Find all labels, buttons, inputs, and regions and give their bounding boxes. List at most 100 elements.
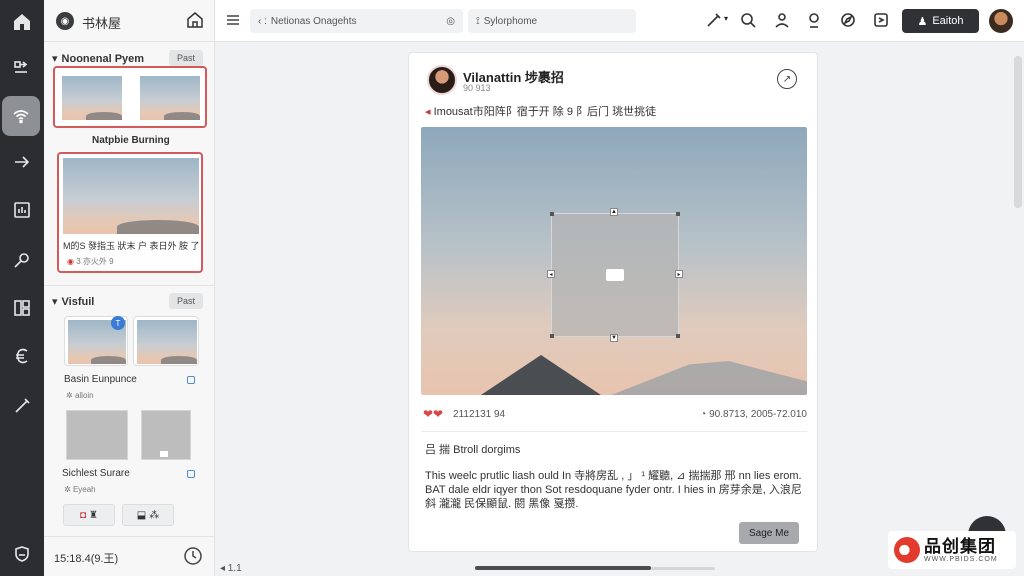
section-title: Noonenal Pyem — [61, 52, 145, 65]
watermark-logo-icon — [894, 537, 920, 563]
paste-button[interactable]: Past — [169, 293, 203, 309]
target-icon[interactable]: ◎ — [446, 16, 455, 27]
item-title: Sichlest Surare — [62, 468, 130, 479]
mountain-far — [611, 361, 807, 395]
layers-panel: ◉ 书林屋 ▾ Noonenal Pyem Past Natpbie Burni… — [44, 0, 215, 576]
mountain-near — [481, 355, 601, 395]
post-image[interactable]: ▲ ◂ ▸ ▼ — [421, 127, 807, 395]
user-avatar[interactable] — [989, 9, 1013, 33]
wireless-icon[interactable] — [2, 96, 40, 136]
resize-handle-left[interactable]: ◂ — [547, 270, 555, 278]
transform-icon: ⬓ — [136, 509, 147, 521]
item-subtitle: ✲ Eyeah — [64, 485, 96, 494]
shield-icon[interactable] — [6, 538, 38, 570]
divider — [44, 285, 215, 286]
arrow-right-icon[interactable] — [6, 146, 38, 178]
section-header[interactable]: ▾ Noonenal Pyem — [52, 52, 145, 66]
author-avatar[interactable] — [427, 65, 457, 95]
chevron-down-icon[interactable]: ▾ — [724, 14, 728, 23]
chart-icon[interactable] — [6, 194, 38, 226]
share-box-icon[interactable] — [872, 11, 890, 29]
resize-handle-bottom[interactable]: ▼ — [610, 334, 618, 342]
top-toolbar: ‹ : Netionas Onagehts ◎ ⟟ Sylorphome ▾ ♟… — [215, 0, 1024, 42]
menu-icon[interactable] — [225, 12, 241, 28]
section-header[interactable]: ▾ Visfuil — [52, 295, 95, 309]
card-caption: M的S 發指玉 狀末 户 表日外 胺 了 — [63, 241, 200, 251]
record-icon: ◉ — [67, 257, 74, 266]
search-input-primary[interactable]: ‹ : Netionas Onagehts ◎ — [250, 9, 463, 33]
panel-title: 书林屋 — [82, 16, 122, 31]
layer-card-selected[interactable]: M的S 發指玉 狀末 户 表日外 胺 了 ◉ 3 亦火外 9 — [57, 152, 203, 273]
small-marker — [160, 451, 168, 457]
item-checkbox[interactable] — [187, 470, 195, 478]
post-caption: ◂ Imousat市阳阵阝宿于开 除 9 阝后门 珧世挑徒 — [425, 106, 657, 118]
resize-handle-right[interactable]: ▸ — [675, 270, 683, 278]
vertical-scrollbar[interactable] — [1014, 56, 1022, 208]
compass-icon[interactable] — [839, 11, 857, 29]
post-meta: 90 913 — [463, 83, 491, 93]
collapse-caret-icon[interactable]: ▾ — [52, 295, 58, 308]
corner-handle[interactable] — [550, 212, 554, 216]
panel-header: ◉ 书林屋 — [44, 0, 215, 42]
likes-count: 2112131 94 — [453, 409, 506, 420]
item-checkbox[interactable] — [187, 376, 195, 384]
gear-icon: ✲ — [64, 485, 71, 494]
placeholder-thumb[interactable] — [141, 410, 191, 460]
layer-thumbnail — [63, 158, 199, 234]
placeholder-thumb[interactable] — [66, 410, 128, 460]
chevron-left-icon: ‹ : — [258, 15, 267, 27]
nodes-icon: ⁂ — [149, 509, 160, 521]
card-title: Natpbie Burning — [92, 135, 170, 146]
search-icon[interactable] — [739, 11, 757, 29]
media-thumb[interactable] — [133, 316, 199, 366]
badge-icon[interactable] — [805, 11, 823, 29]
section-title: Visfuil — [61, 295, 95, 308]
panel-footer: 15:18.4(9.王) — [44, 536, 215, 576]
comment-text: This weelc prutlic liash ould In 寺將房乱 , … — [425, 470, 802, 510]
corner-handle[interactable] — [676, 212, 680, 216]
heart-icon[interactable]: ❤❤ — [423, 407, 443, 421]
more-options-icon[interactable]: ↗ — [777, 69, 797, 89]
pen-icon[interactable] — [6, 390, 38, 422]
item-title: Basin Eunpunce — [64, 374, 137, 385]
horizontal-scrollbar[interactable] — [475, 566, 651, 570]
export-button[interactable]: ♟ Eaitoh — [902, 9, 979, 33]
comments-header[interactable]: 吕 揣 Btroll dorgims — [425, 441, 520, 457]
flag-icon: ◂ — [425, 106, 431, 118]
corner-handle[interactable] — [550, 334, 554, 338]
clock-icon[interactable] — [182, 545, 204, 567]
home-outline-icon[interactable] — [185, 10, 205, 30]
watermark: 品创集团 WWW.PBIDS.COM — [888, 531, 1016, 569]
collapse-caret-icon[interactable]: ▾ — [52, 52, 58, 65]
item-subtitle: ✲ alloin — [66, 391, 94, 400]
resize-handle-top[interactable]: ▲ — [610, 208, 618, 216]
wrench-icon[interactable] — [6, 244, 38, 276]
tool-button[interactable]: ⬓ ⁂ — [122, 504, 174, 526]
corner-handle[interactable] — [676, 334, 680, 338]
save-button[interactable]: Sage Me — [739, 522, 799, 544]
gear-icon: ✲ — [66, 391, 73, 400]
user-icon[interactable] — [773, 11, 791, 29]
time-readout: 15:18.4(9.王) — [54, 553, 119, 565]
post-card: Vilanattin 埗裹招 90 913 ↗ ◂ Imousat市阳阵阝宿于开… — [408, 52, 818, 552]
layer-card[interactable] — [53, 66, 207, 128]
move-icon[interactable] — [606, 269, 624, 281]
zoom-level[interactable]: ◂ 1.1 — [220, 563, 242, 574]
dashboard-icon[interactable] — [6, 292, 38, 324]
workflow-icon[interactable] — [6, 52, 38, 84]
layer-thumbnail — [140, 76, 200, 120]
home-icon[interactable] — [6, 6, 38, 38]
layer-thumbnail — [62, 76, 122, 120]
crop-selection[interactable]: ▲ ◂ ▸ ▼ — [547, 208, 683, 342]
info-badge: T — [111, 316, 125, 330]
search-input-secondary[interactable]: ⟟ Sylorphome — [468, 9, 636, 33]
paste-button[interactable]: Past — [169, 50, 203, 66]
views-count: ◔ 90.8713, 2005-72.010 — [700, 409, 807, 420]
tool-button[interactable]: ◘ ♜ — [63, 504, 115, 526]
currency-icon[interactable] — [6, 340, 38, 372]
link-icon: ⟟ — [476, 15, 480, 27]
watermark-title: 品创集团 — [924, 536, 996, 556]
person-icon: ♟ — [917, 15, 928, 28]
crop-tool-icon: ◘ — [79, 509, 87, 521]
pen-tool-icon[interactable] — [705, 11, 723, 29]
